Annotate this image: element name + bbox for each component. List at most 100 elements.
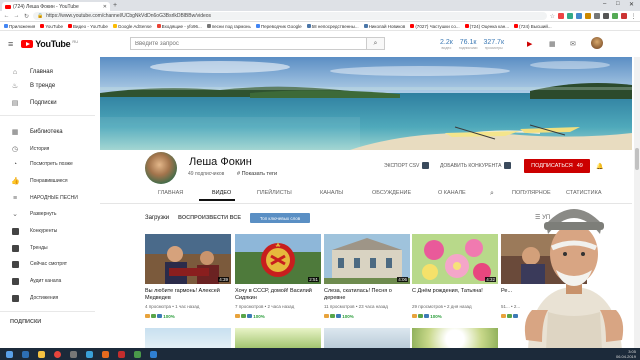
forward-icon[interactable]: → — [13, 13, 20, 19]
extension-icon[interactable] — [594, 13, 600, 19]
taskbar-app[interactable] — [130, 349, 144, 359]
maximize-icon[interactable]: □ — [616, 1, 620, 7]
sidebar-item[interactable]: Достижения — [0, 292, 95, 304]
reload-icon[interactable]: ↻ — [23, 13, 30, 20]
extension-icon[interactable] — [558, 13, 564, 19]
sidebar-item[interactable]: ▤ Подписки — [0, 97, 95, 109]
extension-icon[interactable] — [621, 13, 627, 19]
bookmark-star-icon[interactable]: ☆ — [550, 13, 555, 20]
bookmark-item[interactable]: 58 непосредственны... — [306, 24, 359, 29]
notification-bell-icon[interactable]: 🔔 — [596, 163, 603, 170]
extension-icon[interactable] — [576, 13, 582, 19]
video-title[interactable]: С Днём рождения, Татьяна! — [412, 288, 498, 302]
video-thumbnail-peek[interactable] — [235, 328, 321, 350]
sidebar-item[interactable]: Тренды — [0, 242, 95, 254]
video-title[interactable]: Слеза, скатилась! Песня о деревне — [324, 288, 410, 302]
sidebar-item[interactable]: ≡ НАРОДНЫЕ ПЕСНИ — [0, 192, 95, 204]
video-thumbnail-peek[interactable] — [324, 328, 410, 350]
bookmark-item[interactable]: (724) Оценка кан... — [464, 24, 509, 29]
sidebar-item[interactable]: 👍 Понравившиеся — [0, 175, 95, 187]
extension-icon[interactable] — [567, 13, 573, 19]
extension-icon[interactable] — [585, 13, 591, 19]
bookmark-item[interactable]: YouTube — [40, 24, 63, 29]
bookmark-item[interactable]: песни под гармонь — [206, 24, 251, 29]
apps-grid-icon[interactable]: ▦ — [549, 40, 556, 48]
new-tab-button[interactable]: + — [113, 2, 117, 9]
video-thumbnail[interactable]: 2:51 — [235, 234, 321, 284]
video-title[interactable]: Вы любите гармонь! Алексей Медведев — [145, 288, 231, 302]
bookmark-item[interactable]: Переводчик Google — [255, 24, 302, 29]
search-button[interactable]: ⌕ — [366, 38, 384, 49]
scrollbar-thumb[interactable] — [635, 148, 639, 170]
taskbar-app[interactable] — [98, 349, 112, 359]
back-icon[interactable]: ← — [3, 13, 10, 19]
bookmark-item[interactable]: (724) Высший... — [514, 24, 552, 29]
taskbar-app[interactable] — [146, 349, 160, 359]
tab-playlists[interactable]: ПЛЕЙЛИСТЫ — [257, 190, 292, 196]
browser-menu-icon[interactable]: ⋮ — [630, 13, 637, 20]
show-tags-link[interactable]: # Показать теги — [237, 171, 277, 177]
extension-icon[interactable] — [603, 13, 609, 19]
subscribe-button[interactable]: ПОДПИСАТЬСЯ 49 — [524, 159, 590, 173]
notifications-icon[interactable]: ✉ — [570, 40, 576, 48]
video-card[interactable]: 4:06 Слеза, скатилась! Песня о деревне 11 … — [324, 234, 410, 320]
hamburger-menu-icon[interactable]: ≡ — [8, 39, 13, 49]
user-avatar[interactable] — [591, 37, 603, 49]
video-thumbnail[interactable]: 4:06 — [324, 234, 410, 284]
subscribe-label: ПОДПИСАТЬСЯ — [531, 163, 573, 169]
browser-tab[interactable]: (724) Леша Фокин - YouTube ✕ — [2, 2, 110, 11]
minimize-icon[interactable]: – — [603, 1, 606, 7]
start-button[interactable] — [2, 349, 16, 359]
bookmark-item[interactable]: Приложения — [4, 24, 35, 29]
extension-icon[interactable] — [612, 13, 618, 19]
sidebar-item[interactable]: ◔ Посмотреть позже — [0, 158, 95, 170]
sidebar-item[interactable]: ◷ История — [0, 143, 95, 155]
video-thumbnail-peek[interactable] — [412, 328, 498, 350]
channel-avatar[interactable] — [145, 152, 177, 184]
sidebar-item[interactable]: Конкуренты — [0, 225, 95, 237]
play-all-button[interactable]: ВОСПРОИЗВЕСТИ ВСЕ — [178, 215, 241, 221]
sidebar-item[interactable]: ⌄ Развернуть — [0, 208, 95, 220]
taskbar-app[interactable] — [34, 349, 48, 359]
video-card[interactable]: 2:51 Хочу в СССР, домой! Василий Сидякин 7… — [235, 234, 321, 320]
close-window-icon[interactable]: ✕ — [629, 1, 634, 8]
video-thumbnail-peek[interactable] — [145, 328, 231, 350]
taskbar-app[interactable] — [82, 349, 96, 359]
bookmark-item[interactable]: (7027) Частушки со... — [410, 24, 460, 29]
bookmark-item[interactable]: Входящие - yfo96... — [156, 24, 202, 29]
close-tab-icon[interactable]: ✕ — [103, 4, 107, 10]
tab-channels[interactable]: КАНАЛЫ — [320, 190, 343, 196]
video-thumbnail[interactable]: 4:32 — [412, 234, 498, 284]
video-title[interactable]: Хочу в СССР, домой! Василий Сидякин — [235, 288, 321, 302]
sidebar-item[interactable]: Аудит канала — [0, 275, 95, 287]
tab-about[interactable]: О КАНАЛЕ — [438, 190, 466, 196]
tab-discussion[interactable]: ОБСУЖДЕНИЕ — [372, 190, 411, 196]
taskbar-app[interactable] — [66, 349, 80, 359]
bookmark-item[interactable]: Николай Новиков — [363, 24, 405, 29]
search-input[interactable] — [131, 38, 366, 49]
taskbar-clock[interactable]: 3:05 06.04.2019 — [616, 349, 636, 359]
video-thumbnail[interactable]: 4:39 — [145, 234, 231, 284]
taskbar-app[interactable] — [114, 349, 128, 359]
video-score: 100% — [430, 314, 442, 319]
channel-search-icon[interactable]: ⌕ — [490, 190, 494, 198]
page-scrollbar[interactable] — [634, 57, 640, 348]
url-field[interactable]: 🔒 https://www.youtube.com/channel/UCbgNk… — [33, 12, 547, 20]
upload-video-icon[interactable]: ▶ — [527, 40, 532, 48]
youtube-logo[interactable]: YouTube RU — [21, 39, 78, 49]
video-card[interactable]: 4:39 Вы любите гармонь! Алексей Медведев 4… — [145, 234, 231, 320]
bookmark-item[interactable]: Google AdSense — [112, 24, 152, 29]
taskbar-app[interactable] — [50, 349, 64, 359]
top-keywords-button[interactable]: Топ ключевых слов — [250, 213, 310, 223]
taskbar-app[interactable] — [18, 349, 32, 359]
sidebar-item[interactable]: ♨ В тренде — [0, 80, 95, 92]
sidebar-item[interactable]: ▦ Библиотека — [0, 126, 95, 138]
add-competitor-button[interactable]: ДОБАВИТЬ КОНКУРЕНТА — [440, 162, 512, 169]
bookmark-item[interactable]: Видео - YouTube — [68, 24, 108, 29]
tab-home[interactable]: ГЛАВНАЯ — [158, 190, 183, 196]
sidebar-item[interactable]: ⌂ Главная — [0, 66, 95, 78]
video-card[interactable]: 4:32 С Днём рождения, Татьяна! 29 просмотр… — [412, 234, 498, 320]
tab-videos[interactable]: ВИДЕО — [212, 190, 231, 196]
export-csv-button[interactable]: ЭКСПОРТ CSV — [384, 162, 430, 169]
sidebar-item[interactable]: Сейчас смотрят — [0, 258, 95, 270]
